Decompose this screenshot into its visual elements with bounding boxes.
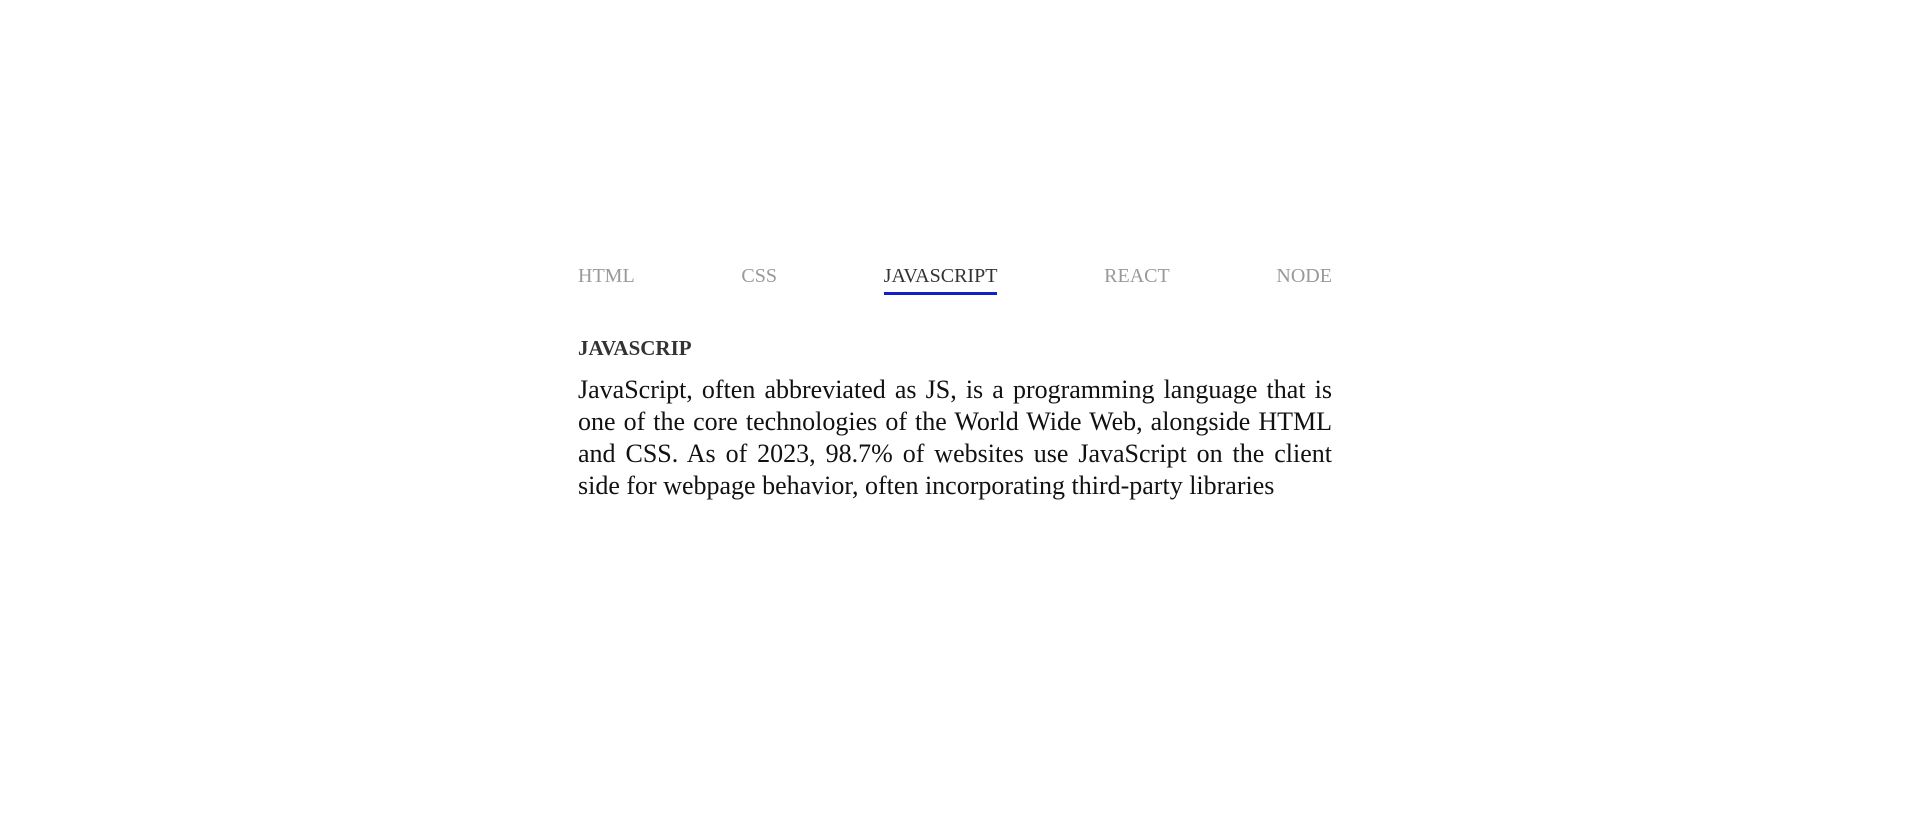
- tab-bar: HTML CSS JAVASCRIPT REACT NODE: [578, 262, 1332, 298]
- tab-panel: JAVASCRIP JavaScript, often abbreviated …: [578, 334, 1332, 502]
- tab-javascript[interactable]: JAVASCRIPT: [883, 262, 997, 295]
- tab-html[interactable]: HTML: [578, 262, 635, 294]
- tab-widget: HTML CSS JAVASCRIPT REACT NODE JAVASCRIP…: [578, 262, 1332, 502]
- panel-title: JAVASCRIP: [578, 336, 692, 360]
- panel-description: JavaScript, often abbreviated as JS, is …: [578, 375, 1332, 500]
- tab-node[interactable]: NODE: [1276, 262, 1332, 294]
- tab-react[interactable]: REACT: [1104, 262, 1170, 294]
- tab-css[interactable]: CSS: [741, 262, 777, 294]
